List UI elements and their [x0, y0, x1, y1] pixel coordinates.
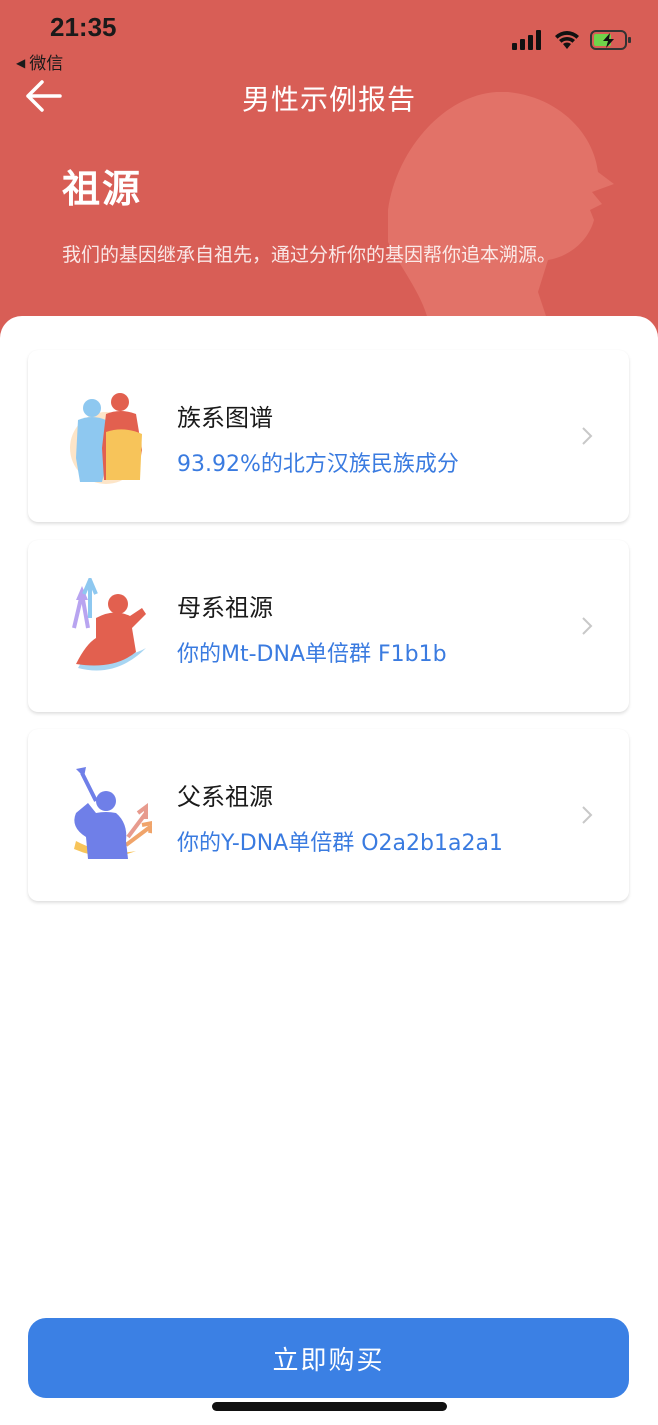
page-subtitle: 我们的基因继承自祖先，通过分析你的基因帮你追本溯源。 — [62, 244, 557, 266]
maternal-ancestry-icon — [72, 578, 146, 671]
card-subtitle: 93.92%的北方汉族民族成分 — [177, 452, 459, 477]
card-ethnic-lineage[interactable]: 族系图谱 93.92%的北方汉族民族成分 — [28, 350, 629, 522]
card-title: 族系图谱 — [177, 404, 273, 432]
page-title: 祖源 — [62, 167, 143, 211]
back-app-label: 微信 — [29, 54, 64, 74]
chevron-right-icon — [582, 617, 593, 635]
card-subtitle: 你的Mt-DNA单倍群 F1b1b — [177, 642, 447, 667]
home-indicator[interactable] — [212, 1402, 447, 1411]
chevron-right-icon — [582, 806, 593, 824]
status-bar: 21:35 ◀ 微信 — [0, 0, 658, 74]
wifi-icon — [555, 31, 579, 49]
back-to-app-link[interactable]: ◀ 微信 — [16, 49, 63, 74]
chevron-right-icon — [582, 427, 593, 445]
card-title: 父系祖源 — [177, 783, 273, 811]
status-icons — [512, 28, 632, 52]
paternal-ancestry-icon — [74, 767, 152, 859]
header-banner: 21:35 ◀ 微信 男性示例报告 祖源 我们的基因继承自祖先，通过分析你的基因… — [0, 0, 658, 345]
buy-now-button[interactable]: 立即购买 — [28, 1318, 629, 1398]
card-paternal-ancestry[interactable]: 父系祖源 你的Y-DNA单倍群 O2a2b1a2a1 — [28, 729, 629, 901]
battery-charging-icon — [590, 30, 631, 50]
card-title: 母系祖源 — [177, 594, 273, 622]
signal-icon — [512, 30, 541, 50]
status-time: 21:35 — [50, 12, 117, 42]
back-triangle-icon: ◀ — [16, 56, 26, 70]
card-subtitle: 你的Y-DNA单倍群 O2a2b1a2a1 — [177, 831, 503, 856]
ethnic-lineage-icon — [70, 393, 142, 484]
face-silhouette-decoration — [388, 92, 614, 345]
card-maternal-ancestry[interactable]: 母系祖源 你的Mt-DNA单倍群 F1b1b — [28, 540, 629, 712]
nav-title: 男性示例报告 — [241, 83, 416, 116]
